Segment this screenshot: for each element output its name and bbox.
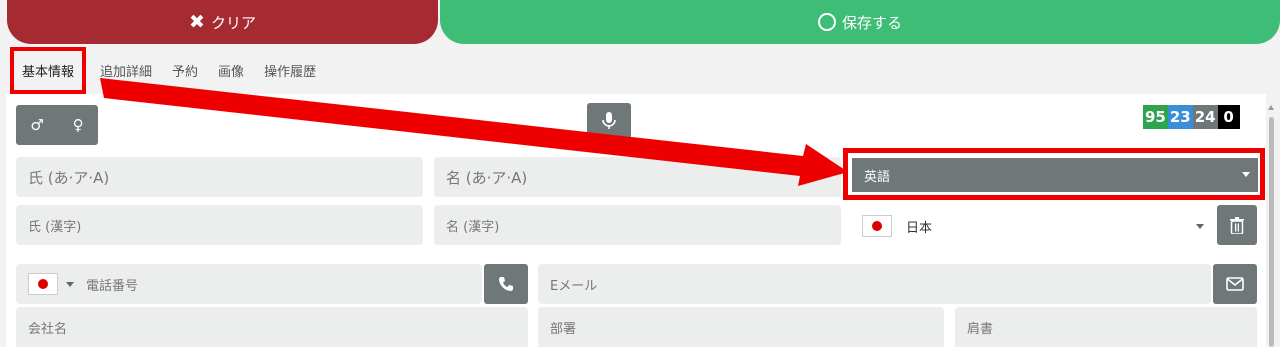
department-placeholder: 部署 bbox=[550, 321, 577, 337]
tab-bar: 基本情報 追加詳細 予約 画像 操作履歴 bbox=[10, 46, 336, 94]
tab-additional-details[interactable]: 追加詳細 bbox=[100, 61, 152, 80]
counter-blue: 23 bbox=[1167, 105, 1193, 129]
clear-button[interactable]: ✖ クリア bbox=[7, 0, 438, 44]
counter-green: 95 bbox=[1143, 105, 1168, 129]
female-icon[interactable]: ♀ bbox=[73, 116, 84, 134]
phone-icon bbox=[499, 277, 513, 291]
scrollbar-thumb[interactable] bbox=[1269, 117, 1274, 347]
tab-images[interactable]: 画像 bbox=[218, 61, 244, 80]
first-name-kana-placeholder: 名 (あ·ア·A) bbox=[446, 168, 528, 187]
tab-reservation[interactable]: 予約 bbox=[172, 61, 198, 80]
trash-icon bbox=[1230, 216, 1244, 234]
gender-toggle[interactable]: ♂ ♀ bbox=[16, 105, 98, 145]
save-button[interactable]: 保存する bbox=[440, 0, 1280, 44]
email-button[interactable] bbox=[1213, 264, 1257, 304]
circle-icon bbox=[817, 13, 836, 31]
scrollbar[interactable] bbox=[1268, 105, 1274, 347]
delete-button[interactable] bbox=[1217, 205, 1257, 245]
phone-placeholder: 電話番号 bbox=[86, 278, 139, 294]
last-name-kanji-placeholder: 氏 (漢字) bbox=[28, 219, 82, 235]
scroll-up-icon[interactable] bbox=[1268, 105, 1274, 110]
last-name-kanji-input[interactable]: 氏 (漢字) bbox=[16, 205, 423, 245]
job-title-input[interactable]: 肩書 bbox=[955, 307, 1257, 347]
email-placeholder: Eメール bbox=[550, 278, 598, 294]
first-name-kana-input[interactable]: 名 (あ·ア·A) bbox=[434, 157, 841, 197]
company-placeholder: 会社名 bbox=[28, 321, 68, 337]
email-input[interactable]: Eメール bbox=[538, 264, 1211, 304]
counter-black: 0 bbox=[1217, 105, 1240, 129]
last-name-kana-placeholder: 氏 (あ·ア·A) bbox=[28, 168, 110, 187]
country-value: 日本 bbox=[906, 220, 933, 236]
counter-badges: 95 23 24 0 bbox=[1143, 105, 1240, 129]
close-icon: ✖ bbox=[189, 11, 205, 33]
tab-basic-info[interactable]: 基本情報 bbox=[10, 46, 87, 94]
save-button-label: 保存する bbox=[841, 13, 902, 32]
microphone-icon bbox=[602, 112, 616, 129]
job-title-placeholder: 肩書 bbox=[967, 321, 994, 337]
call-button[interactable] bbox=[484, 264, 528, 304]
microphone-button[interactable] bbox=[587, 103, 631, 139]
envelope-icon bbox=[1226, 277, 1244, 291]
phone-input[interactable]: 電話番号 bbox=[16, 264, 482, 304]
japan-flag-icon[interactable] bbox=[28, 273, 58, 295]
company-input[interactable]: 会社名 bbox=[16, 307, 528, 347]
counter-gray: 24 bbox=[1192, 105, 1218, 129]
chevron-down-icon[interactable] bbox=[66, 281, 74, 287]
highlight-box-language bbox=[843, 148, 1265, 200]
first-name-kanji-placeholder: 名 (漢字) bbox=[446, 219, 500, 235]
first-name-kanji-input[interactable]: 名 (漢字) bbox=[434, 205, 841, 245]
tab-history[interactable]: 操作履歴 bbox=[264, 61, 316, 80]
chevron-down-icon bbox=[1196, 224, 1204, 229]
country-select[interactable]: 日本 bbox=[852, 208, 1212, 244]
clear-button-label: クリア bbox=[210, 13, 256, 32]
department-input[interactable]: 部署 bbox=[538, 307, 944, 347]
last-name-kana-input[interactable]: 氏 (あ·ア·A) bbox=[16, 157, 423, 197]
japan-flag-icon bbox=[862, 215, 892, 237]
male-icon[interactable]: ♂ bbox=[30, 116, 43, 134]
